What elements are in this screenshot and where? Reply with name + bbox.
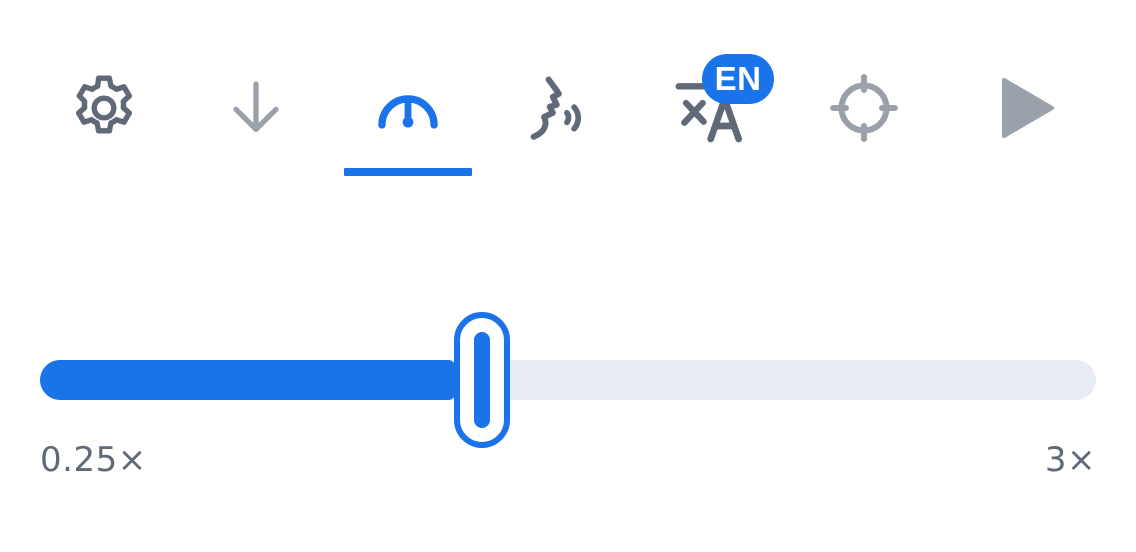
slider-max-label: 3× (1044, 440, 1096, 480)
slider-thumb[interactable] (453, 312, 510, 448)
slider-track-fill (40, 360, 456, 400)
locate-button[interactable] (800, 40, 928, 176)
voice-icon (524, 72, 596, 144)
play-button[interactable] (964, 40, 1092, 176)
slider-thumb-grip (473, 332, 490, 428)
slider-min-label: 0.25× (40, 440, 147, 480)
tab-speed[interactable] (344, 40, 472, 176)
download-arrow-icon (224, 76, 288, 140)
download-button[interactable] (192, 40, 320, 176)
speed-panel: EN 0.25× 3× (0, 0, 1136, 552)
voice-button[interactable] (496, 40, 624, 176)
speedometer-icon (374, 74, 442, 142)
crosshair-icon (828, 72, 900, 144)
active-tab-indicator (344, 168, 472, 176)
toolbar: EN (0, 40, 1136, 180)
gear-icon (66, 70, 142, 146)
language-badge: EN (702, 54, 774, 104)
play-icon (1002, 78, 1054, 138)
settings-button[interactable] (40, 40, 168, 176)
speed-slider[interactable] (40, 310, 1096, 450)
